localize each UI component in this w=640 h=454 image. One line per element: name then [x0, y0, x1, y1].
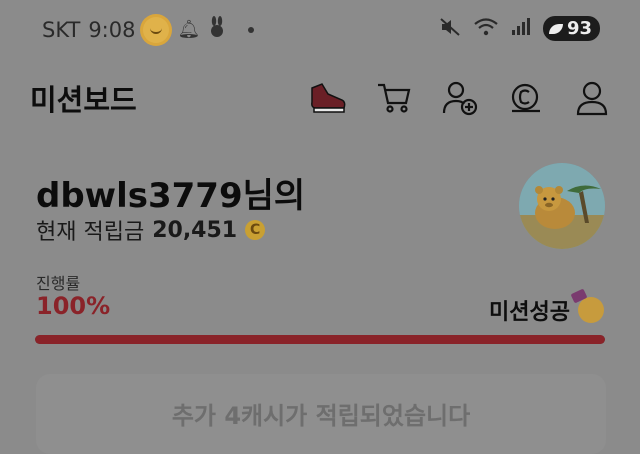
- wifi-icon: [473, 17, 499, 41]
- mute-icon: [439, 17, 461, 41]
- battery-indicator: 93: [542, 16, 600, 41]
- add-user-icon[interactable]: [440, 78, 480, 118]
- balance-value: 20,451: [152, 217, 238, 243]
- reward-card[interactable]: 추가 4캐시가 적립되었습니다: [36, 374, 606, 454]
- notification-dot-icon: [248, 26, 255, 33]
- cart-icon[interactable]: [374, 78, 414, 118]
- progress-bar-fill: [35, 335, 605, 344]
- avatar[interactable]: [519, 163, 605, 249]
- sun-emoji-icon: [143, 16, 170, 43]
- progress-bar: [35, 335, 605, 344]
- battery-level: 93: [566, 18, 592, 39]
- rabbit-icon: [208, 16, 226, 43]
- profile-icon[interactable]: [572, 78, 612, 118]
- carrier-label: SKT: [42, 17, 81, 42]
- screen: SKT 9:08 🔔︎ 93 미션보드 dbwls3779님의 현재 적립금 2…: [0, 0, 640, 454]
- balance-row: 현재 적립금 20,451 C: [36, 214, 266, 246]
- bell-icon: 🔔︎: [177, 19, 201, 40]
- sneaker-icon[interactable]: [308, 78, 348, 118]
- coin-badge-icon: C: [245, 220, 266, 240]
- reward-message: 추가 4캐시가 적립되었습니다: [171, 402, 471, 430]
- coin-icon[interactable]: [506, 78, 546, 118]
- mission-status: 미션성공: [489, 294, 604, 326]
- page-title: 미션보드: [30, 83, 137, 117]
- user-name: dbwls3779님의: [36, 176, 306, 216]
- header-actions: [308, 78, 612, 118]
- status-bar: SKT 9:08 🔔︎ 93: [0, 0, 640, 62]
- progress-label: 진행률: [36, 274, 81, 293]
- battery-leaf-icon: [548, 23, 563, 34]
- status-right: 93: [439, 16, 600, 41]
- signal-icon: [511, 17, 531, 40]
- party-emoji-icon: [578, 297, 604, 323]
- status-left: SKT 9:08 🔔︎: [42, 16, 255, 43]
- balance-label: 현재 적립금: [36, 220, 145, 245]
- mission-status-label: 미션성공: [489, 300, 570, 325]
- time-label: 9:08: [88, 17, 136, 42]
- progress-value: 100%: [36, 292, 111, 320]
